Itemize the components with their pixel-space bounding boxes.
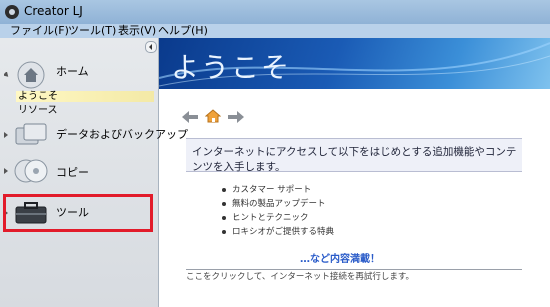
app-icon — [5, 5, 19, 19]
expand-down-icon — [4, 72, 9, 77]
menu-help[interactable]: ヘルプ(H) — [158, 24, 208, 38]
sidebar-item-data-backup[interactable]: データおよびバックアップ — [0, 118, 188, 152]
list-item: ロキシオがご提供する特典 — [222, 225, 334, 239]
sidebar-item-home-label: ホーム — [56, 65, 89, 78]
menu-view[interactable]: 表示(V) — [118, 24, 156, 38]
sidebar-item-data-backup-label: データおよびバックアップ — [56, 128, 188, 141]
title-bar: Creator LJ — [0, 0, 550, 24]
forward-arrow-icon[interactable] — [228, 108, 245, 127]
feature-list: カスタマー サポート 無料の製品アップデート ヒントとテクニック ロキシオがご提… — [222, 183, 334, 239]
expand-right-icon — [4, 168, 8, 174]
list-item: ヒントとテクニック — [222, 211, 334, 225]
sidebar-subitem-resources[interactable]: リソース — [18, 101, 58, 116]
back-arrow-icon[interactable] — [182, 108, 198, 127]
expand-right-icon — [4, 132, 8, 138]
list-item: カスタマー サポート — [222, 183, 334, 197]
nav-buttons — [182, 108, 246, 127]
chevron-left-icon — [149, 44, 152, 50]
window-title: Creator LJ — [24, 4, 83, 18]
banner-title: ようこそ — [171, 51, 292, 84]
info-box: インターネットにアクセスして以下をはじめとする追加機能やコンテンツを入手します。 — [186, 138, 522, 173]
list-item: 無料の製品アップデート — [222, 197, 334, 211]
home-nav-icon[interactable] — [204, 108, 222, 127]
welcome-banner: ようこそ — [159, 38, 550, 89]
sidebar-item-copy-label: コピー — [56, 166, 89, 179]
home-icon — [17, 61, 45, 89]
collapse-sidebar-button[interactable] — [145, 41, 157, 53]
tools-highlight-box — [3, 194, 153, 232]
menu-tools[interactable]: ツール(T) — [68, 24, 116, 38]
backup-icon — [15, 123, 47, 145]
menu-bar: ファイル(F) ツール(T) 表示(V) ヘルプ(H) — [0, 24, 550, 39]
more-content-link[interactable]: …など内容満載！ — [300, 250, 380, 265]
retry-connection-link[interactable]: ここをクリックして、インターネット接続を再試行します。 — [186, 270, 414, 282]
menu-file[interactable]: ファイル(F) — [10, 24, 69, 38]
disc-copy-icon — [14, 159, 48, 183]
sidebar-item-copy[interactable]: コピー — [0, 154, 158, 188]
